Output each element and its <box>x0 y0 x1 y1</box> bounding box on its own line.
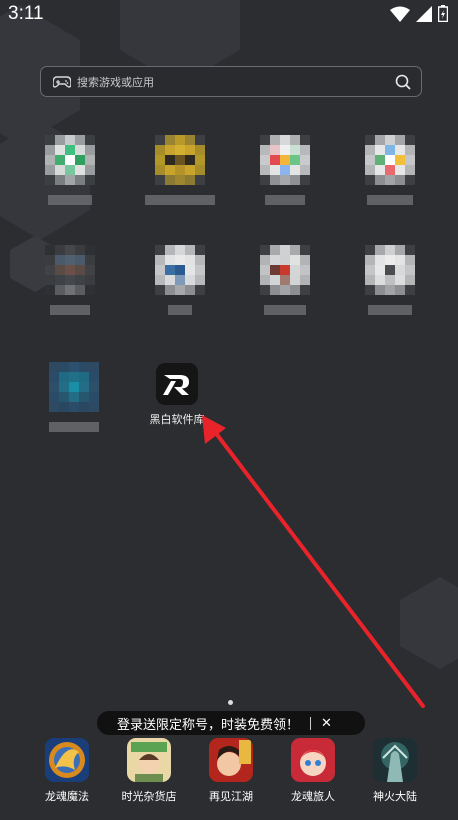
dock-app-time-shop[interactable]: 时光杂货店 <box>108 738 190 804</box>
divine-fire-game-icon <box>373 738 417 782</box>
promo-banner[interactable]: 登录送限定称号，时装免费领！ ✕ <box>97 711 365 735</box>
status-time: 3:11 <box>8 3 44 24</box>
search-bar[interactable]: 搜索游戏或应用 <box>40 66 422 97</box>
app-icon-blurred[interactable] <box>30 245 110 315</box>
jianghu-game-icon <box>209 738 253 782</box>
search-input[interactable]: 搜索游戏或应用 <box>77 74 395 90</box>
hb-logo-icon <box>156 363 198 405</box>
app-icon-blurred[interactable] <box>140 135 220 205</box>
shop-game-icon <box>127 738 171 782</box>
blurred-app-icon <box>45 245 95 295</box>
blurred-app-label <box>168 305 192 315</box>
app-icon-blurred[interactable] <box>34 362 114 432</box>
dock-label: 龙魂魔法 <box>45 790 89 803</box>
dock-app-divine-fire-continent[interactable]: 神火大陆 <box>354 738 436 804</box>
gamepad-icon <box>53 75 71 88</box>
promo-separator <box>310 716 312 730</box>
blurred-app-icon <box>365 135 415 185</box>
app-icon-blurred[interactable] <box>140 245 220 315</box>
blurred-app-label <box>264 305 306 315</box>
blurred-app-icon <box>260 135 310 185</box>
app-icon-blurred[interactable] <box>350 245 430 315</box>
promo-text[interactable]: 登录送限定称号，时装免费领！ <box>117 714 299 733</box>
app-icon-blurred[interactable] <box>245 135 325 205</box>
app-label: 黑白软件库 <box>149 413 205 426</box>
app-heibai-software-library[interactable]: 黑白软件库 <box>137 363 217 427</box>
dock-app-farewell-jianghu[interactable]: 再见江湖 <box>190 738 272 804</box>
dragon-game-icon <box>45 738 89 782</box>
blurred-app-icon <box>45 135 95 185</box>
blurred-app-icon <box>155 245 205 295</box>
blurred-app-icon <box>155 135 205 185</box>
page-indicator-dot <box>228 700 233 705</box>
battery-icon <box>438 5 448 22</box>
blurred-app-label <box>50 305 90 315</box>
search-icon[interactable] <box>395 74 411 90</box>
blurred-app-label <box>145 195 215 205</box>
blurred-app-label <box>367 195 413 205</box>
blurred-app-label <box>265 195 305 205</box>
status-bar: 3:11 <box>0 0 458 30</box>
dock-app-longhun-magic[interactable]: 龙魂魔法 <box>26 738 108 804</box>
dock-app-longhun-traveler[interactable]: 龙魂旅人 <box>272 738 354 804</box>
blurred-app-icon <box>260 245 310 295</box>
blurred-app-label <box>49 422 99 432</box>
app-icon-blurred[interactable] <box>350 135 430 205</box>
dock-label: 再见江湖 <box>209 790 253 803</box>
dock-label: 时光杂货店 <box>121 790 177 803</box>
signal-icon <box>416 5 432 22</box>
blurred-app-icon <box>365 245 415 295</box>
blurred-app-label <box>368 305 412 315</box>
blurred-app-icon <box>49 362 99 412</box>
blurred-app-label <box>48 195 92 205</box>
dock-label: 龙魂旅人 <box>291 790 335 803</box>
traveler-game-icon <box>291 738 335 782</box>
wifi-icon <box>390 6 410 22</box>
app-icon-blurred[interactable] <box>245 245 325 315</box>
close-icon[interactable]: ✕ <box>321 716 332 731</box>
app-icon-blurred[interactable] <box>30 135 110 205</box>
dock-label: 神火大陆 <box>373 790 417 803</box>
